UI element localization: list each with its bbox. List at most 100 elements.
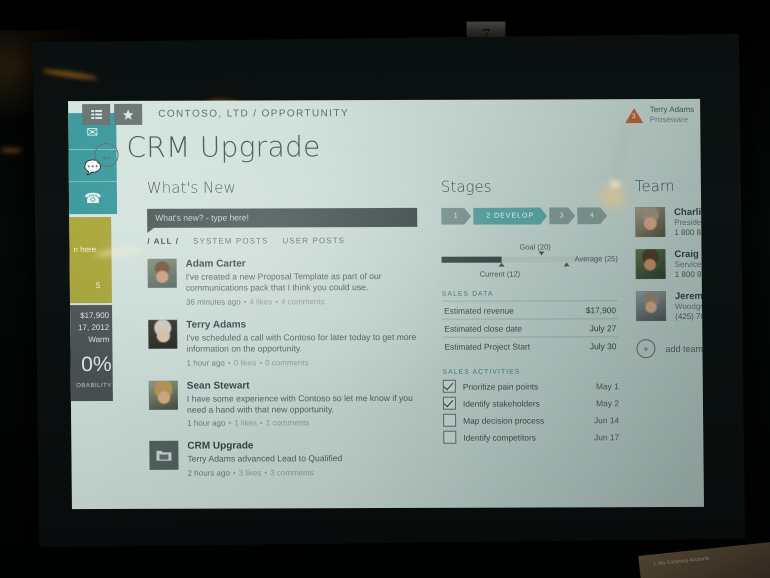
post-text: I've scheduled a call with Contoso for l… <box>186 331 417 354</box>
team-member[interactable]: Jeremy Los Woodgrove Bank (425) 705 1900 <box>635 291 704 323</box>
activity-checkbox[interactable] <box>442 379 456 393</box>
app-bar: CONTOSO, LTD / OPPORTUNITY <box>82 99 700 127</box>
post-item[interactable]: Terry Adams I've scheduled a call with C… <box>148 319 422 368</box>
post-likes[interactable]: 3 likes <box>239 468 262 477</box>
alert-triangle-icon[interactable]: 3 <box>624 107 643 123</box>
post-time: 1 hour ago <box>186 358 225 368</box>
favorite-button[interactable] <box>114 103 143 125</box>
composer[interactable]: What's new? - type here! <box>147 207 418 233</box>
team-column: Team Charlie Herb President 1 800 865 94… <box>635 177 704 359</box>
meter-current-label: Current (12) <box>479 269 521 279</box>
post-author[interactable]: Sean Stewart <box>187 379 423 392</box>
user-info[interactable]: 3 Terry Adams Proseware <box>624 105 695 125</box>
activity-row[interactable]: Identify stakeholders May 2 <box>442 396 620 410</box>
team-heading: Team <box>634 176 675 196</box>
breadcrumb[interactable]: CONTOSO, LTD / OPPORTUNITY <box>158 108 349 120</box>
member-role: President <box>674 217 704 227</box>
activity-checkbox[interactable] <box>442 396 457 410</box>
meter-goal-marker <box>538 251 545 256</box>
alert-count: 3 <box>631 112 636 120</box>
post-text: Terry Adams advanced Lead to Qualified <box>187 453 343 465</box>
post-text: I've created a new Proposal Template as … <box>185 271 382 294</box>
stage-step-3[interactable]: 3 <box>549 207 575 224</box>
post-item[interactable]: CRM Upgrade Terry Adams advanced Lead to… <box>149 440 423 478</box>
post-time: 1 hour ago <box>187 418 226 429</box>
activity-row[interactable]: Identify competitors Jun 17 <box>443 430 619 444</box>
activity-checkbox[interactable] <box>443 413 457 427</box>
row-value: $17,900 <box>585 304 617 315</box>
post-comments[interactable]: 0 comments <box>265 358 309 367</box>
row-label: Estimated revenue <box>444 305 514 316</box>
post-item[interactable]: Sean Stewart I have some experience with… <box>148 379 423 429</box>
stage-step-1[interactable]: 1 <box>441 208 471 225</box>
post-author[interactable]: Terry Adams <box>186 319 422 332</box>
filter-user-posts[interactable]: USER POSTS <box>282 236 345 245</box>
avatar-charlie-herb <box>635 207 666 238</box>
stage-step-4[interactable]: 4 <box>577 207 607 224</box>
activity-checkbox[interactable] <box>443 430 457 444</box>
post-time: 36 minutes ago <box>185 297 241 307</box>
filter-system-posts[interactable]: SYSTEM POSTS <box>193 236 269 245</box>
post-meta: 2 hours ago • 3 likes • 3 comments <box>187 468 314 478</box>
folder-icon <box>149 441 179 471</box>
row-value: July 27 <box>589 322 617 333</box>
post-likes[interactable]: 4 likes <box>249 297 272 306</box>
post-likes[interactable]: 0 likes <box>234 358 257 367</box>
meter-average-marker <box>563 262 570 267</box>
back-button[interactable]: ← <box>94 142 119 168</box>
member-name: Craig Dewar <box>674 248 703 260</box>
sales-data-heading: SALES DATA <box>441 290 494 298</box>
post-meta: 36 minutes ago • 4 likes • 4 comments <box>185 297 325 307</box>
tile-probability-value: 0% <box>81 352 112 377</box>
post-item[interactable]: Adam Carter I've created a new Proposal … <box>147 258 422 307</box>
stage-step-2[interactable]: 2 DEVELOP <box>473 207 547 224</box>
phone-tile[interactable]: ☎ <box>68 180 118 215</box>
member-role: Services Manager <box>674 259 704 269</box>
activity-row[interactable]: Prioritize pain points May 1 <box>442 379 619 393</box>
activity-row[interactable]: Map decision process Jun 14 <box>443 413 619 427</box>
member-phone[interactable]: (425) 705 1900 <box>675 312 704 322</box>
tile-rating: Warm <box>88 334 110 345</box>
post-likes[interactable]: 1 likes <box>234 419 257 428</box>
star-icon <box>122 109 134 120</box>
meter-average-label: Average (25) <box>574 254 618 264</box>
olive-tile[interactable]: n here 5 <box>69 216 112 304</box>
activity-date: Jun 14 <box>593 414 620 425</box>
activity-date: May 2 <box>596 397 620 408</box>
list-icon <box>90 109 102 120</box>
post-comments[interactable]: 1 comments <box>266 419 310 428</box>
whats-new-heading: What's New <box>146 178 236 197</box>
tile-revenue: $17,900 <box>80 310 110 321</box>
post-author[interactable]: Adam Carter <box>186 258 422 271</box>
stages-column: Stages 1 2 DEVELOP 3 4 Goal (20) Current… <box>441 177 620 444</box>
table-row: Estimated close date July 27 <box>442 318 619 337</box>
post-text: I have some experience with Contoso so l… <box>186 392 413 415</box>
user-org: Proseware <box>649 114 689 125</box>
table-row: Estimated Project Start July 30 <box>442 336 619 355</box>
filter-all[interactable]: / ALL / <box>147 237 179 246</box>
composer-placeholder: What's new? - type here! <box>155 212 249 223</box>
tile-probability-caption: OBABILITY <box>76 382 112 390</box>
menu-button[interactable] <box>82 103 111 126</box>
back-arrow-icon: ← <box>99 147 114 163</box>
dark-summary-tile[interactable]: $17,900 17, 2012 Warm 0% OBABILITY <box>69 304 113 402</box>
post-comments[interactable]: 4 comments <box>281 297 325 306</box>
plus-icon: + <box>636 339 656 359</box>
post-author[interactable]: CRM Upgrade <box>187 440 423 453</box>
activity-label: Identify stakeholders <box>462 397 540 409</box>
team-member[interactable]: Craig Dewar Services Manager 1 800 865 9… <box>635 248 704 281</box>
add-team-members-button[interactable]: + add team members <box>636 339 704 359</box>
row-label: Estimated close date <box>444 323 523 334</box>
olive-tile-count: 5 <box>95 280 101 291</box>
stages-heading: Stages <box>440 177 492 196</box>
activity-date: Jun 17 <box>594 431 620 442</box>
post-meta: 1 hour ago • 1 likes • 1 comments <box>187 418 310 429</box>
stage-flow: 1 2 DEVELOP 3 4 <box>441 207 617 225</box>
member-phone[interactable]: 1 800 865 9408 <box>674 228 704 238</box>
add-team-members-label: add team members <box>665 343 704 354</box>
team-member[interactable]: Charlie Herb President 1 800 865 9408 <box>635 207 704 239</box>
member-phone[interactable]: 1 800 865 9408 <box>675 270 704 280</box>
row-label: Estimated Project Start <box>444 340 531 352</box>
post-comments[interactable]: 3 comments <box>270 468 314 477</box>
meter-current-marker <box>498 262 505 267</box>
